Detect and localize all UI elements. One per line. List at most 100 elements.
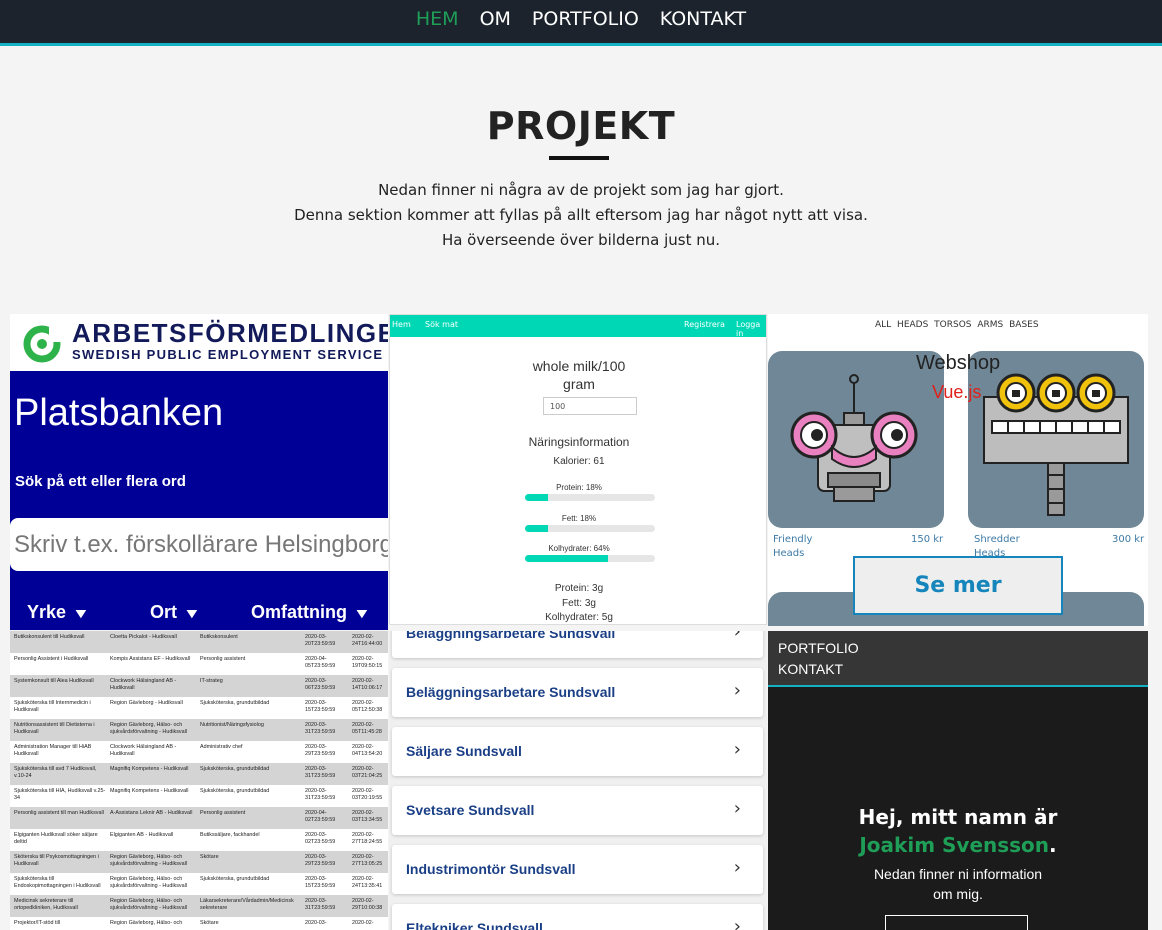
table-cell: Sjuksköterska till avd 7 Hudiksvall, v.1… bbox=[14, 766, 97, 779]
table-cell: 2020-03-15T23:59:59 bbox=[305, 876, 336, 889]
table-row[interactable]: Sjuksköterska till Endoskopimottagningen… bbox=[10, 873, 388, 895]
job-list-item[interactable]: Säljare Sundsvall › bbox=[392, 727, 763, 776]
carbs-grams: Kolhydrater: 5g bbox=[545, 612, 613, 623]
product-price: 300 kr bbox=[1112, 534, 1145, 545]
table-cell: 2020-02-27T18:24:55 bbox=[352, 832, 383, 845]
nutrition-heading: Näringsinformation bbox=[528, 435, 630, 449]
portfolio-button[interactable] bbox=[885, 915, 1028, 930]
table-cell: 2020-02-04T13:54:20 bbox=[352, 744, 383, 757]
portfolio-menu-item[interactable]: KONTAKT bbox=[778, 661, 843, 677]
table-cell: 2020-04-05T23:59:59 bbox=[305, 656, 336, 669]
nutrition-nav-login[interactable]: Logga in bbox=[736, 320, 766, 338]
nutrition-nav-register[interactable]: Registrera bbox=[684, 320, 725, 329]
project-tile-webshop[interactable]: ALL HEADS TORSOS ARMS BASES Webshop Vue.… bbox=[768, 314, 1148, 626]
table-cell: A-Assistans Leknir AB - Hudiksvall bbox=[110, 810, 193, 816]
table-cell: Personlig Assistent i Hudiksvall bbox=[14, 656, 89, 662]
product-name: Shredder bbox=[974, 534, 1020, 545]
intro-line: Ha överseende över bilderna just nu. bbox=[441, 231, 721, 249]
chevron-right-icon: › bbox=[733, 739, 741, 760]
table-row[interactable]: Sjuksköterska till Internmedicin i Hudik… bbox=[10, 697, 388, 719]
table-cell: Nutritionist/Näringsfysiolog bbox=[200, 722, 264, 728]
se-mer-button[interactable]: Se mer bbox=[853, 556, 1063, 615]
table-row[interactable]: Sjuksköterska till avd 7 Hudiksvall, v.1… bbox=[10, 763, 388, 785]
calories-text: Kalorier: 61 bbox=[553, 456, 605, 467]
job-list-item[interactable]: Svetsare Sundsvall › bbox=[392, 786, 763, 835]
table-cell: 2020-02- bbox=[352, 920, 374, 926]
table-cell: 2020-04-02T23:59:59 bbox=[305, 810, 336, 823]
nav-link-hem[interactable]: HEM bbox=[416, 10, 459, 29]
table-cell: Projektor/IT-stöd till bbox=[14, 920, 61, 926]
table-cell: 2020-03-31T23:59:59 bbox=[305, 722, 336, 735]
robot-head-yellow-icon bbox=[983, 373, 1129, 516]
af-logo-subtitle: SWEDISH PUBLIC EMPLOYMENT SERVICE bbox=[72, 347, 384, 362]
page-title: PROJEKT bbox=[486, 104, 676, 148]
job-list-item[interactable]: Industrimontör Sundsvall › bbox=[392, 845, 763, 894]
table-row[interactable]: Medicinsk sekreterare till ortopedklinik… bbox=[10, 895, 388, 917]
nutrition-navbar: Hem Sök mat Registrera Logga in bbox=[390, 315, 766, 338]
table-cell: Magnifiq Kompetens - Hudiksvall bbox=[110, 766, 189, 772]
table-cell: 2020-03-06T23:59:59 bbox=[305, 678, 336, 691]
chevron-right-icon: › bbox=[733, 631, 741, 642]
table-cell: Region Gävleborg, Hälso- och bbox=[110, 920, 183, 926]
project-tile-joblist[interactable]: Beläggningsarbetare Sundsvall › Beläggning… bbox=[389, 631, 767, 930]
chevron-down-icon: ▼ bbox=[71, 605, 90, 621]
chevron-down-icon: ▼ bbox=[182, 605, 201, 621]
webshop-title: Webshop bbox=[916, 352, 1001, 374]
amount-input[interactable]: 100 bbox=[543, 397, 637, 415]
search-input[interactable]: Skriv t.ex. förskollärare Helsingborg bbox=[10, 518, 388, 571]
table-cell: Sjuksköterska till Internmedicin i Hudik… bbox=[14, 700, 91, 713]
project-tile-platsbanken[interactable]: ARBETSFÖRMEDLINGEN SWEDISH PUBLIC EMPLOY… bbox=[10, 314, 388, 630]
intro-paragraph-line: om mig. bbox=[933, 886, 983, 902]
table-cell: Region Gävleborg, Hälso- och sjukvårdsfö… bbox=[110, 898, 187, 911]
nutrition-nav-home[interactable]: Hem bbox=[392, 320, 411, 329]
nav-link-portfolio[interactable]: PORTFOLIO bbox=[532, 10, 639, 29]
filter-yrke[interactable]: Yrke ▼ bbox=[27, 602, 90, 623]
filter-omfattning[interactable]: Omfattning ▼ bbox=[251, 602, 371, 623]
table-row[interactable]: Systemkonsult till Alea Hudiksvall Clockw… bbox=[10, 675, 388, 697]
protein-grams: Protein: 3g bbox=[554, 583, 604, 594]
job-title: Säljare Sundsvall bbox=[406, 743, 522, 759]
table-cell: Sjuksköterska, grundutbildad bbox=[200, 700, 270, 706]
top-navbar: HEM OM PORTFOLIO KONTAKT bbox=[0, 0, 1162, 46]
filter-label: Omfattning bbox=[251, 602, 347, 622]
greeting: Hej, mitt namn är bbox=[858, 805, 1058, 829]
project-tile-portfolio[interactable]: PORTFOLIO KONTAKT Hej, mitt namn är Joak… bbox=[768, 631, 1148, 930]
nav-link-kontakt[interactable]: KONTAKT bbox=[660, 10, 746, 29]
product-card-friendly[interactable] bbox=[768, 351, 944, 528]
table-row[interactable]: Administration Manager till HiAB Hudiksv… bbox=[10, 741, 388, 763]
chevron-right-icon: › bbox=[733, 916, 741, 930]
portfolio-menu-item[interactable]: PORTFOLIO bbox=[778, 640, 859, 656]
carbs-bar-fill bbox=[525, 555, 609, 562]
job-list-item[interactable]: Beläggningsarbetare Sundsvall › bbox=[392, 668, 763, 717]
job-list-item[interactable]: Beläggningsarbetare Sundsvall › bbox=[392, 631, 763, 658]
project-tile-nutrition[interactable]: Hem Sök mat Registrera Logga in whole mi… bbox=[389, 314, 767, 625]
nutrition-nav-search[interactable]: Sök mat bbox=[425, 320, 458, 329]
table-cell: Skötare bbox=[200, 854, 219, 860]
table-row[interactable]: Butikskonsulent till Hudiksvall Cloetta P… bbox=[10, 631, 388, 653]
food-title: whole milk/100 gram bbox=[390, 357, 766, 393]
table-cell: Sjuksköterska, grundutbildad bbox=[200, 788, 270, 794]
job-title: Svetsare Sundsvall bbox=[406, 802, 535, 818]
platsbanken-heading: Platsbanken bbox=[14, 392, 224, 434]
table-row[interactable]: Sjuksköterska till HIA, Hudiksvall v.25-… bbox=[10, 785, 388, 807]
robot-head-pink-icon bbox=[790, 374, 918, 502]
job-title: Eltekniker Sundsvall bbox=[406, 920, 543, 930]
table-row[interactable]: Projektor/IT-stöd till Region Gävleborg, … bbox=[10, 917, 388, 930]
product-card-shredder[interactable] bbox=[968, 351, 1144, 528]
table-row[interactable]: Personlig assistent till man Hudiksvall A… bbox=[10, 807, 388, 829]
table-row[interactable]: Personlig Assistent i Hudiksvall Kompis A… bbox=[10, 653, 388, 675]
table-row[interactable]: Elgiganten Hudiksvall söker säljare delt… bbox=[10, 829, 388, 851]
table-row[interactable]: Nutritionsassistent till Dietisterna i H… bbox=[10, 719, 388, 741]
table-cell: Sköterska till Psykosmottagningen i Hudi… bbox=[14, 854, 99, 867]
nav-link-om[interactable]: OM bbox=[480, 10, 511, 29]
filter-ort[interactable]: Ort ▼ bbox=[150, 602, 201, 623]
table-cell: 2020-02-27T13:05:25 bbox=[352, 854, 383, 867]
table-cell: Nutritionsassistent till Dietisterna i H… bbox=[14, 722, 95, 735]
job-list-item[interactable]: Eltekniker Sundsvall › bbox=[392, 904, 763, 930]
owner-name-text: Joakim Svensson bbox=[859, 833, 1050, 857]
table-cell: 2020-02-19T09:50:15 bbox=[352, 656, 383, 669]
table-row[interactable]: Sköterska till Psykosmottagningen i Hudi… bbox=[10, 851, 388, 873]
food-title-line: whole milk/100 bbox=[532, 358, 626, 374]
project-tile-jobtable[interactable]: Butikskonsulent till Hudiksvall Cloetta P… bbox=[10, 631, 388, 930]
category-links[interactable]: ALL HEADS TORSOS ARMS BASES bbox=[875, 320, 1039, 330]
